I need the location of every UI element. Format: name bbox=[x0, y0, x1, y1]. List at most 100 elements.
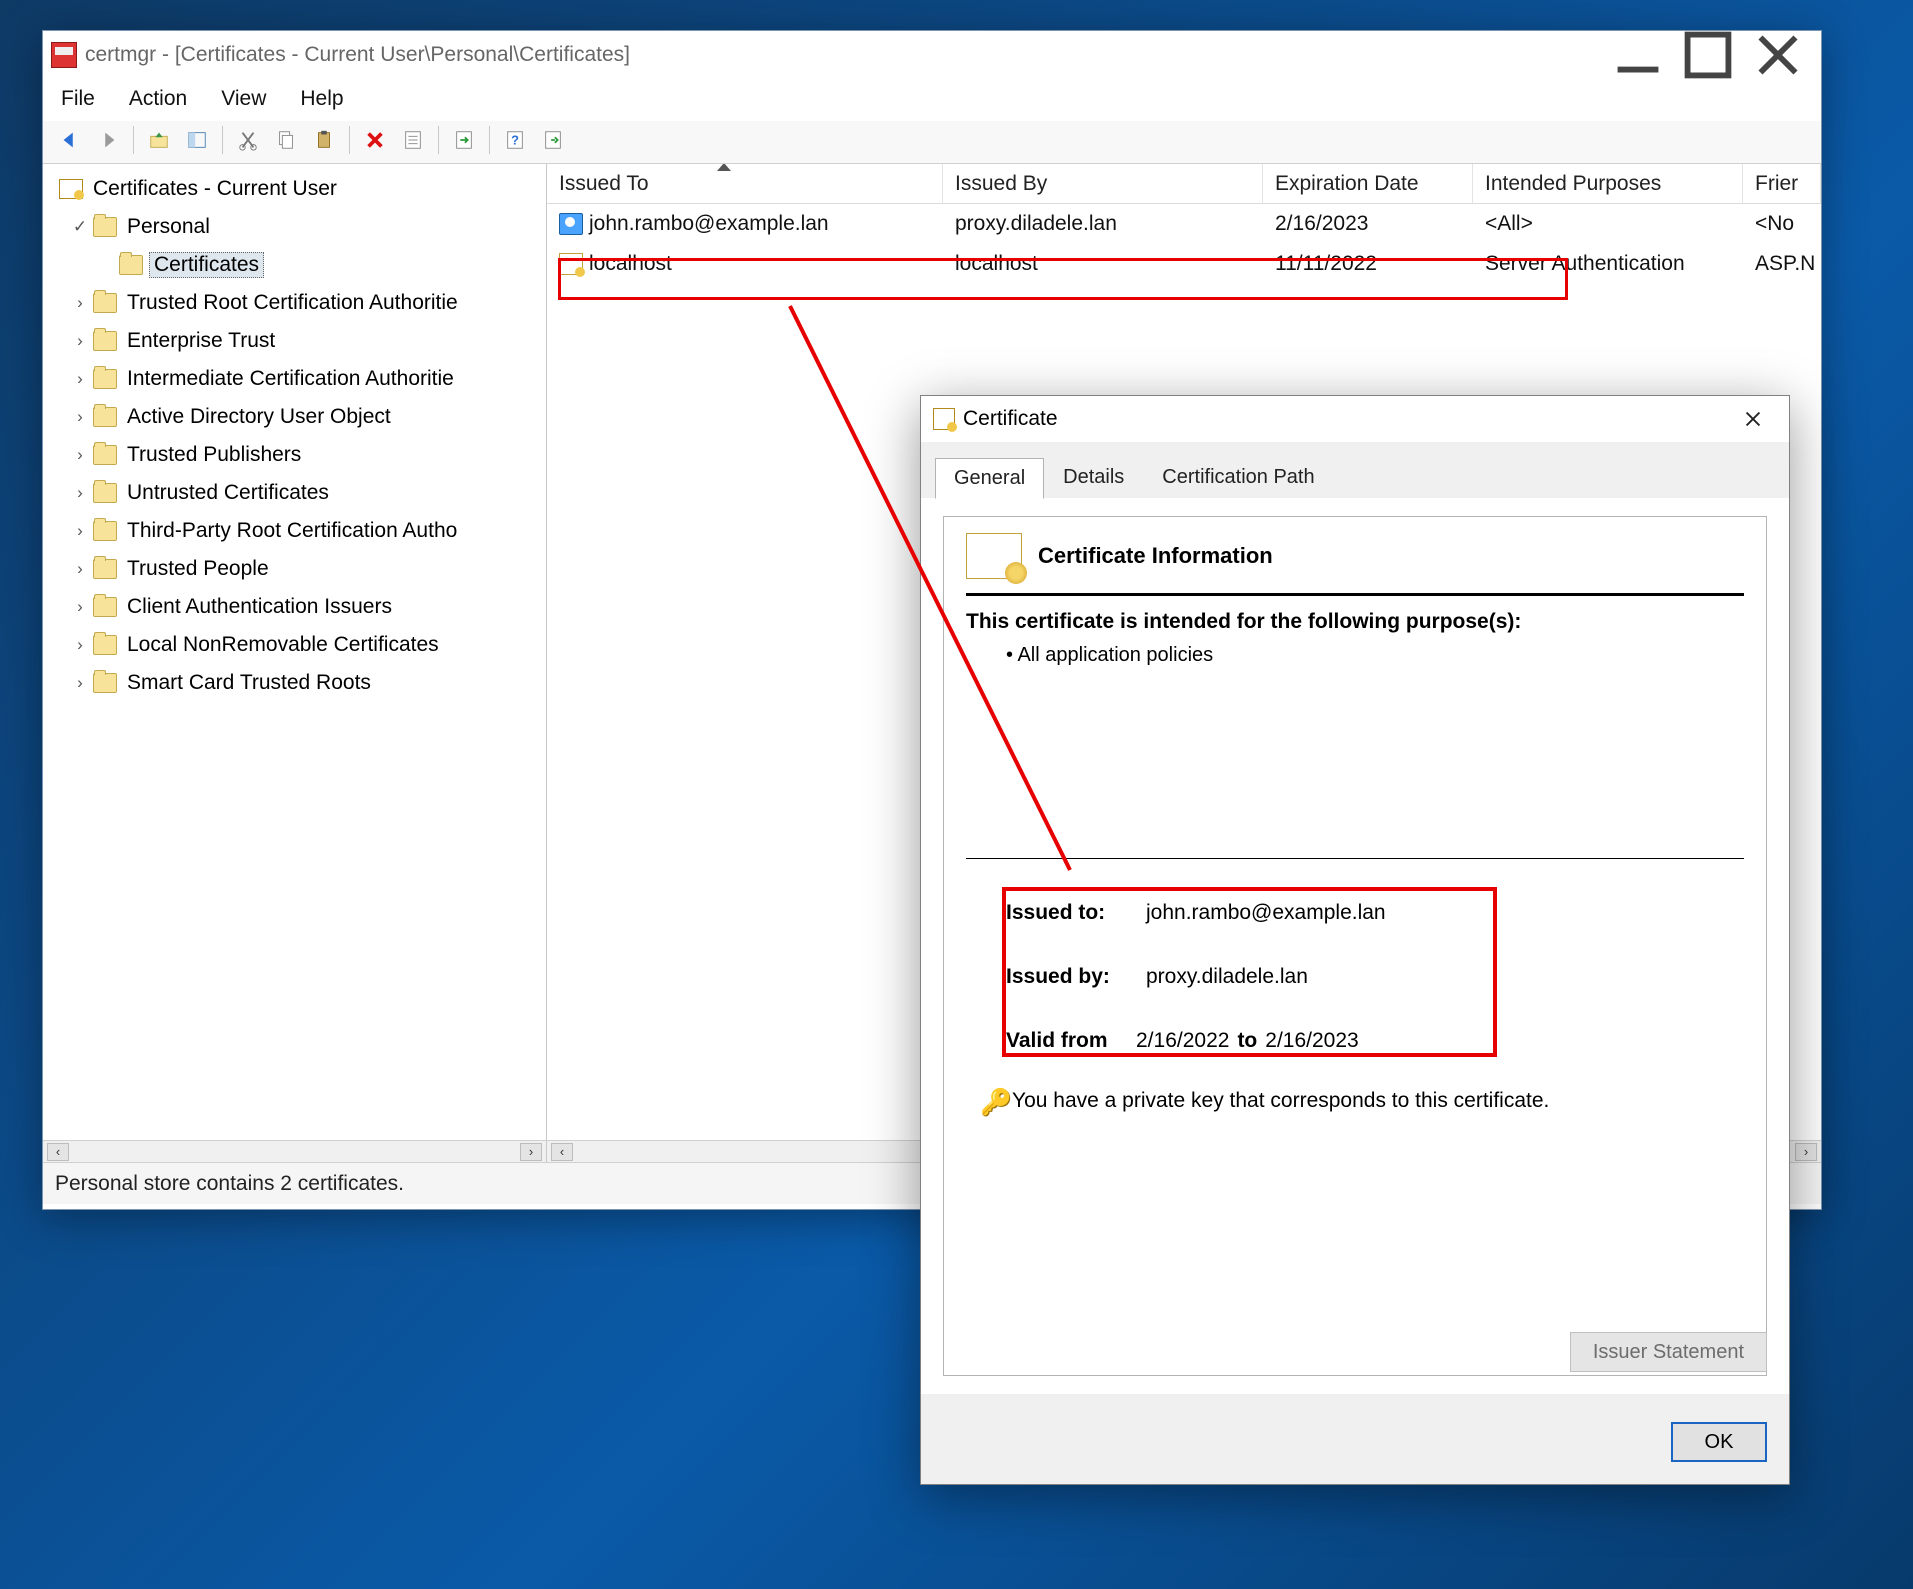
cell-purposes: Server Authentication bbox=[1485, 252, 1685, 276]
cert-icon bbox=[559, 253, 583, 275]
dialog-tabs: General Details Certification Path bbox=[921, 442, 1789, 498]
show-hide-tree-button[interactable] bbox=[180, 125, 214, 155]
folder-icon bbox=[93, 673, 117, 693]
refresh-button[interactable] bbox=[536, 125, 570, 155]
expand-icon[interactable]: › bbox=[69, 597, 91, 617]
menu-view[interactable]: View bbox=[221, 87, 266, 111]
tree-item[interactable]: ›Intermediate Certification Authoritie bbox=[51, 360, 546, 398]
scroll-left-icon[interactable]: ‹ bbox=[551, 1143, 573, 1161]
minimize-button[interactable] bbox=[1603, 33, 1673, 77]
cell-issued-by: proxy.diladele.lan bbox=[955, 212, 1117, 236]
expand-icon[interactable]: › bbox=[69, 445, 91, 465]
expand-icon[interactable]: › bbox=[69, 407, 91, 427]
menu-file[interactable]: File bbox=[61, 87, 95, 111]
maximize-button[interactable] bbox=[1673, 33, 1743, 77]
expand-icon[interactable]: › bbox=[69, 331, 91, 351]
cell-purposes: <All> bbox=[1485, 212, 1533, 236]
column-issued-by[interactable]: Issued By bbox=[943, 164, 1263, 203]
folder-icon bbox=[119, 255, 143, 275]
up-folder-button[interactable] bbox=[142, 125, 176, 155]
cell-issued-to: john.rambo@example.lan bbox=[589, 212, 829, 236]
expand-icon[interactable]: › bbox=[69, 293, 91, 313]
tree-item[interactable]: ›Trusted Root Certification Authoritie bbox=[51, 284, 546, 322]
tree-item-label: Active Directory User Object bbox=[123, 405, 395, 429]
certificate-dialog: Certificate General Details Certificatio… bbox=[920, 395, 1790, 1485]
scroll-right-icon[interactable]: › bbox=[1795, 1143, 1817, 1161]
menu-action[interactable]: Action bbox=[129, 87, 187, 111]
folder-icon bbox=[93, 217, 117, 237]
tree-item[interactable]: ›Smart Card Trusted Roots bbox=[51, 664, 546, 702]
scroll-left-icon[interactable]: ‹ bbox=[47, 1143, 69, 1161]
expand-icon[interactable]: › bbox=[69, 483, 91, 503]
export-button[interactable] bbox=[447, 125, 481, 155]
folder-icon bbox=[93, 483, 117, 503]
column-label: Expiration Date bbox=[1275, 172, 1419, 196]
tree-root[interactable]: Certificates - Current User bbox=[51, 170, 546, 208]
dialog-close-button[interactable] bbox=[1729, 399, 1777, 439]
tab-general[interactable]: General bbox=[935, 458, 1044, 499]
dialog-titlebar[interactable]: Certificate bbox=[921, 396, 1789, 442]
tree-root-label: Certificates - Current User bbox=[89, 177, 341, 201]
certificate-row[interactable]: john.rambo@example.lan proxy.diladele.la… bbox=[547, 204, 1821, 244]
valid-to-value: 2/16/2023 bbox=[1265, 1029, 1358, 1053]
scroll-right-icon[interactable]: › bbox=[520, 1143, 542, 1161]
folder-icon bbox=[93, 635, 117, 655]
column-expiration[interactable]: Expiration Date bbox=[1263, 164, 1473, 203]
tree-scrollbar[interactable]: ‹ › bbox=[43, 1140, 546, 1162]
tree-item[interactable]: › Trusted People bbox=[51, 550, 546, 588]
cell-issued-to: localhost bbox=[589, 252, 672, 276]
folder-icon bbox=[93, 293, 117, 313]
column-friendly-name[interactable]: Frier bbox=[1743, 164, 1821, 203]
tree-item-label: Client Authentication Issuers bbox=[123, 595, 396, 619]
window-title: certmgr - [Certificates - Current User\P… bbox=[85, 43, 630, 67]
folder-icon bbox=[93, 331, 117, 351]
column-purposes[interactable]: Intended Purposes bbox=[1473, 164, 1743, 203]
tree-item[interactable]: › Client Authentication Issuers bbox=[51, 588, 546, 626]
tree-certificates[interactable]: Certificates bbox=[51, 246, 546, 284]
back-button[interactable] bbox=[53, 125, 87, 155]
expand-icon[interactable]: › bbox=[69, 673, 91, 693]
status-text: Personal store contains 2 certificates. bbox=[55, 1172, 404, 1196]
delete-button[interactable] bbox=[358, 125, 392, 155]
forward-button[interactable] bbox=[91, 125, 125, 155]
folder-icon bbox=[93, 597, 117, 617]
valid-to-label: to bbox=[1237, 1029, 1257, 1053]
cell-friendly: ASP.N bbox=[1755, 252, 1815, 276]
tab-cert-path[interactable]: Certification Path bbox=[1143, 457, 1333, 498]
expand-icon[interactable]: › bbox=[69, 559, 91, 579]
certificate-row[interactable]: localhost localhost 11/11/2022 Server Au… bbox=[547, 244, 1821, 284]
tree-item[interactable]: ›Local NonRemovable Certificates bbox=[51, 626, 546, 664]
copy-button[interactable] bbox=[269, 125, 303, 155]
folder-icon bbox=[93, 521, 117, 541]
certificate-information-heading: Certificate Information bbox=[1038, 543, 1273, 569]
paste-button[interactable] bbox=[307, 125, 341, 155]
issuer-statement-button[interactable]: Issuer Statement bbox=[1570, 1332, 1767, 1372]
ok-button[interactable]: OK bbox=[1671, 1422, 1767, 1462]
menu-help[interactable]: Help bbox=[300, 87, 343, 111]
window-titlebar[interactable]: certmgr - [Certificates - Current User\P… bbox=[43, 31, 1821, 79]
close-button[interactable] bbox=[1743, 33, 1813, 77]
certificate-icon bbox=[933, 408, 955, 430]
tree-item[interactable]: › Third-Party Root Certification Autho bbox=[51, 512, 546, 550]
tree-item[interactable]: › Active Directory User Object bbox=[51, 398, 546, 436]
purpose-intro: This certificate is intended for the fol… bbox=[966, 610, 1744, 634]
cut-button[interactable] bbox=[231, 125, 265, 155]
expand-icon[interactable]: › bbox=[69, 369, 91, 389]
expand-icon[interactable]: ✓ bbox=[69, 217, 91, 237]
expand-icon[interactable]: › bbox=[69, 521, 91, 541]
expand-icon[interactable]: › bbox=[69, 635, 91, 655]
tree-item-label: Trusted People bbox=[123, 557, 273, 581]
tree-item[interactable]: ›Trusted Publishers bbox=[51, 436, 546, 474]
tree-item[interactable]: ›Untrusted Certificates bbox=[51, 474, 546, 512]
tree-personal[interactable]: ✓ Personal bbox=[51, 208, 546, 246]
tab-details[interactable]: Details bbox=[1044, 457, 1143, 498]
personal-cert-icon bbox=[559, 213, 583, 235]
tree-item-label: Third-Party Root Certification Autho bbox=[123, 519, 461, 543]
properties-button[interactable] bbox=[396, 125, 430, 155]
tree-item[interactable]: ›Enterprise Trust bbox=[51, 322, 546, 360]
help-button[interactable]: ? bbox=[498, 125, 532, 155]
column-issued-to[interactable]: Issued To bbox=[547, 164, 943, 203]
issued-to-value: john.rambo@example.lan bbox=[1146, 901, 1386, 925]
issued-to-label: Issued to: bbox=[1006, 901, 1146, 925]
column-label: Intended Purposes bbox=[1485, 172, 1661, 196]
